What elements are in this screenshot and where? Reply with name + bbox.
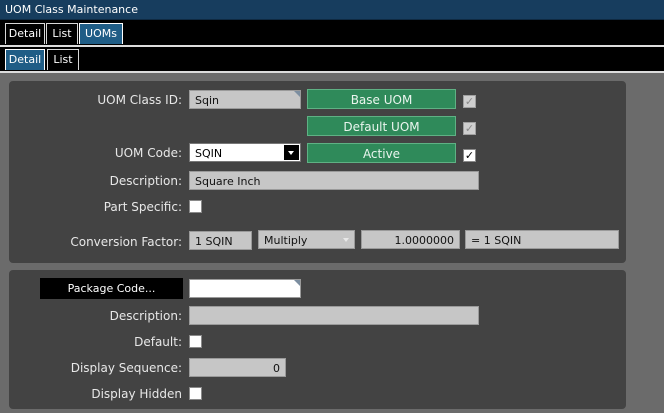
package-code-button[interactable]: Package Code... [40,278,183,299]
active-button[interactable]: Active [307,143,456,163]
check-icon: ✓ [464,122,475,135]
conversion-factor-label: Conversion Factor: [70,235,182,249]
default-uom-button[interactable]: Default UOM [307,116,456,136]
description-label: Description: [109,174,182,188]
conversion-from-field[interactable]: 1 SQIN [189,231,252,250]
display-hidden-label: Display Hidden [91,387,182,401]
display-sequence-field[interactable]: 0 [189,358,286,377]
check-icon: ✓ [464,149,475,162]
title-bar: UOM Class Maintenance [0,0,664,20]
uom-class-id-label: UOM Class ID: [97,93,182,107]
subtab-detail[interactable]: Detail [5,49,45,70]
conversion-operation-value: Multiply [264,234,308,247]
conversion-value-field[interactable]: 1.0000000 [361,230,460,249]
description-field[interactable]: Square Inch [189,171,479,190]
sub-tab-strip [0,47,664,71]
active-checkbox[interactable]: ✓ [463,149,476,162]
tab-uoms[interactable]: UOMs [79,23,123,44]
subtab-list[interactable]: List [47,49,79,70]
uom-code-value: SQIN [195,147,223,160]
base-uom-checkbox[interactable]: ✓ [463,95,476,108]
uom-code-select[interactable]: SQIN [189,143,301,162]
display-sequence-label: Display Sequence: [70,361,182,375]
uom-class-id-field[interactable]: Sqin [189,90,301,109]
conversion-result-field: = 1 SQIN [465,230,619,249]
base-uom-button[interactable]: Base UOM [307,89,456,109]
tab-detail[interactable]: Detail [5,23,45,44]
window-title: UOM Class Maintenance [5,3,138,16]
conversion-operation-dropdown[interactable]: Multiply [258,230,355,249]
package-description-field[interactable] [189,306,479,325]
package-description-label: Description: [109,309,182,323]
tab-list[interactable]: List [46,23,78,44]
chevron-down-icon[interactable] [284,145,299,160]
uom-code-label: UOM Code: [114,146,182,160]
default-label: Default: [134,335,182,349]
default-checkbox[interactable] [189,335,202,348]
default-uom-checkbox[interactable]: ✓ [463,122,476,135]
part-specific-checkbox[interactable] [189,200,202,213]
chevron-down-icon [343,238,349,242]
subtab-divider [0,71,664,73]
package-code-field[interactable] [189,279,301,298]
check-icon: ✓ [464,95,475,108]
part-specific-label: Part Specific: [103,200,182,214]
display-hidden-checkbox[interactable] [189,387,202,400]
